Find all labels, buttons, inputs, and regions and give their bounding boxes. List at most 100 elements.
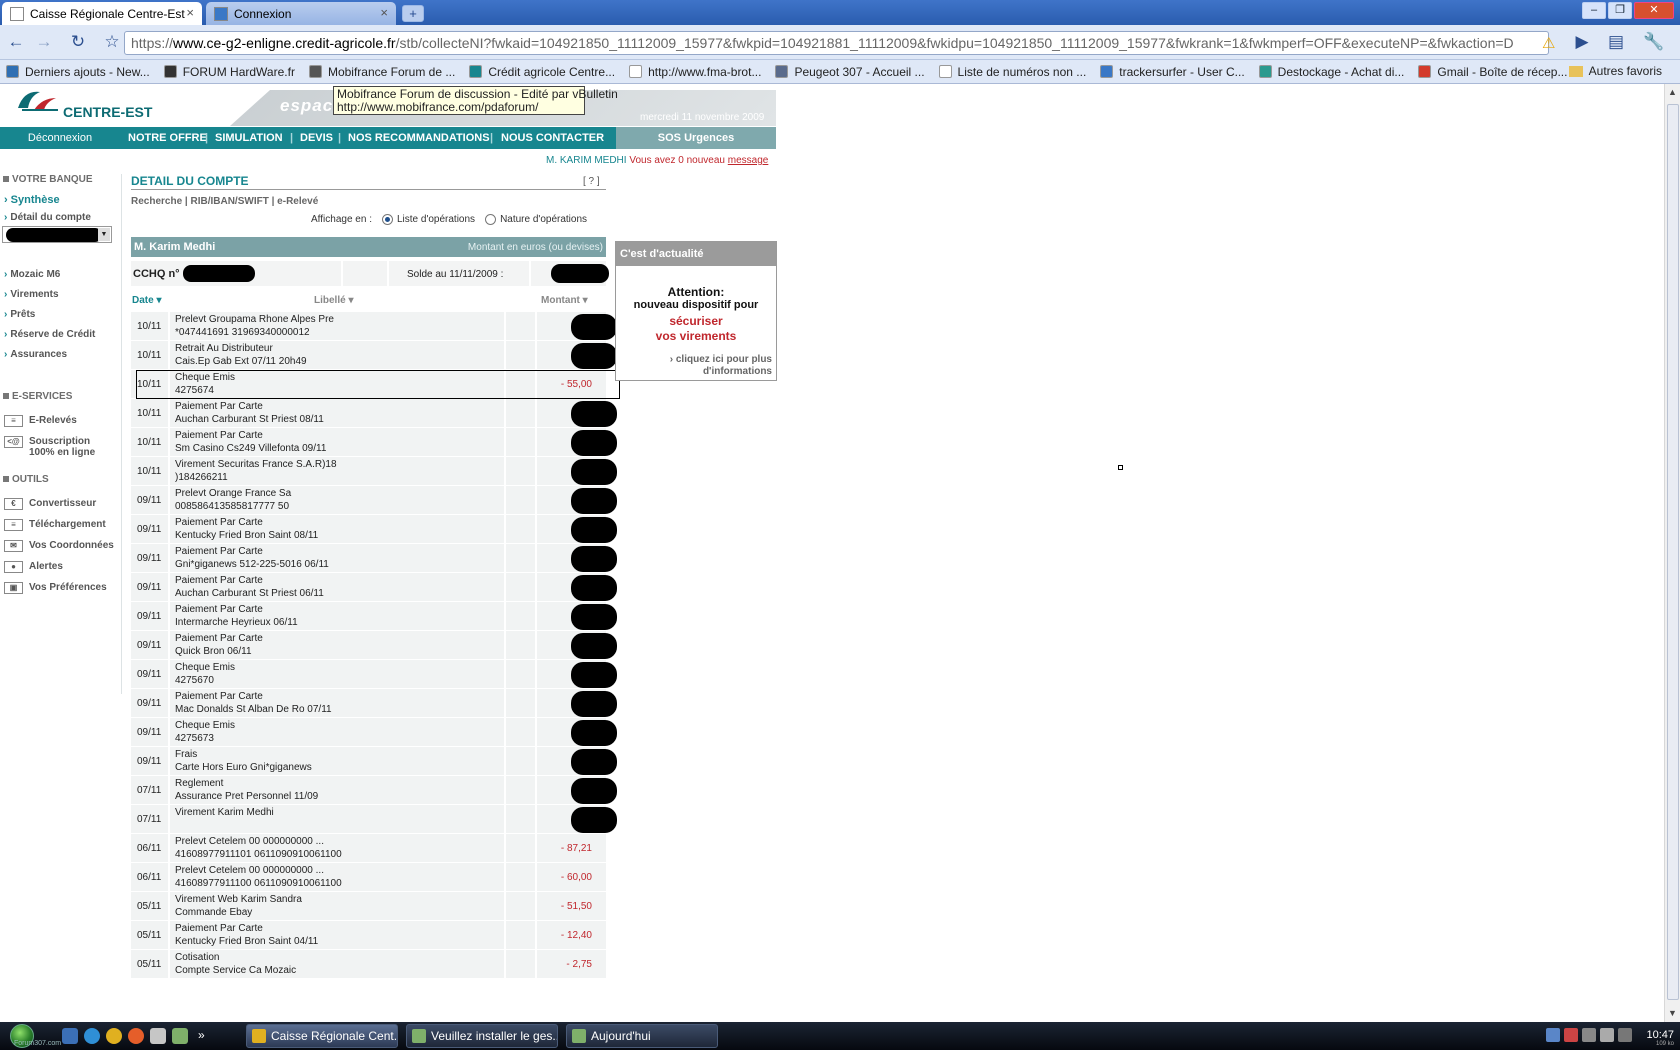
reload-button[interactable]: ↻ [66, 31, 90, 55]
taskbar-window-button[interactable]: Aujourd'hui [566, 1024, 718, 1048]
table-row[interactable]: 10/11 Cheque Emis 4275674- 55,00 [131, 370, 620, 399]
bookmark-item[interactable]: Derniers ajouts - New... [6, 65, 150, 79]
table-row[interactable]: 09/11 Paiement Par Carte Auchan Carburant … [131, 573, 617, 602]
table-row[interactable]: 09/11 Cheque Emis 4275670 [131, 660, 617, 689]
sidebar-item-reserve-credit[interactable]: Réserve de Crédit [4, 329, 95, 340]
table-row[interactable]: 05/11 Cotisation Compte Service Ca Mozaic -… [131, 950, 606, 979]
bookmark-item[interactable]: Crédit agricole Centre... [469, 65, 615, 79]
tray-app-icon[interactable] [1582, 1028, 1596, 1042]
volume-icon[interactable] [1600, 1028, 1614, 1042]
address-bar[interactable]: https://www.ce-g2-enligne.credit-agricol… [124, 31, 1549, 55]
table-row[interactable]: 09/11 Paiement Par Carte Kentucky Fried Br… [131, 515, 617, 544]
column-date-header[interactable]: Date ▾ [132, 295, 162, 306]
page-menu-icon[interactable]: ▤ [1604, 31, 1628, 55]
scroll-up-icon[interactable]: ▲ [1668, 87, 1677, 97]
table-row[interactable]: 05/11 Paiement Par Carte Kentucky Fried Br… [131, 921, 606, 950]
nav-nos-recommandations[interactable]: NOS RECOMMANDATIONS [348, 127, 490, 149]
nav-nous-contacter[interactable]: NOUS CONTACTER [501, 127, 604, 149]
tray-app-icon[interactable] [1618, 1028, 1632, 1042]
credit-agricole-logo-icon[interactable] [16, 88, 60, 112]
sidebar-tool-e-releves[interactable]: ≡ E-Relevés [4, 415, 77, 427]
bookmark-item[interactable]: Mobifrance Forum de ... [308, 65, 455, 79]
radio-liste-operations[interactable] [381, 214, 393, 225]
close-tab-icon[interactable]: × [186, 5, 194, 20]
table-row[interactable]: 10/11 Retrait Au Distributeur Cais.Ep Gab … [131, 341, 617, 370]
other-bookmarks-folder[interactable]: Autres favoris [1568, 64, 1662, 78]
table-row[interactable]: 09/11 Paiement Par Carte Quick Bron 06/11 [131, 631, 617, 660]
tab-connexion[interactable]: Connexion × [206, 2, 396, 25]
quicklaunch-app-icon[interactable] [150, 1028, 166, 1044]
sidebar-tool-convertisseur[interactable]: € Convertisseur [4, 498, 96, 510]
sidebar-item-detail-compte[interactable]: Détail du compte [4, 212, 91, 223]
sidebar-item-synthese[interactable]: Synthèse [4, 194, 60, 206]
sidebar-item-prets[interactable]: Prêts [4, 309, 35, 320]
internet-explorer-icon[interactable] [84, 1028, 100, 1044]
tools-menu-icon[interactable]: 🔧 [1642, 31, 1666, 55]
scroll-down-icon[interactable]: ▼ [1668, 1008, 1677, 1018]
table-row[interactable]: 09/11 Prelevt Orange France Sa 00858641358… [131, 486, 617, 515]
maximize-button[interactable]: ❐ [1608, 2, 1632, 19]
table-row[interactable]: 10/11 Paiement Par Carte Auchan Carburant … [131, 399, 617, 428]
scrollbar-thumb[interactable] [1667, 104, 1679, 1000]
taskbar-window-button[interactable]: Veuillez installer le ges... [406, 1024, 558, 1048]
sidebar-tool-coordonnees[interactable]: ✉ Vos Coordonnées [4, 540, 114, 552]
bookmark-item[interactable]: Peugeot 307 - Accueil ... [775, 65, 925, 79]
nav-sos-urgences[interactable]: SOS Urgences [616, 127, 776, 149]
table-row[interactable]: 10/11 Paiement Par Carte Sm Casino Cs249 V… [131, 428, 617, 457]
messages-link[interactable]: message [728, 155, 769, 166]
close-tab-icon[interactable]: × [380, 5, 388, 20]
quicklaunch-app-icon[interactable] [172, 1028, 188, 1044]
sidebar-item-assurances[interactable]: Assurances [4, 349, 67, 360]
bookmark-item[interactable]: Destockage - Achat di... [1258, 65, 1404, 79]
table-row[interactable]: 06/11 Prelevt Cetelem 00 000000000 ... 416… [131, 834, 606, 863]
table-row[interactable]: 09/11 Frais Carte Hors Euro Gni*giganews [131, 747, 617, 776]
taskbar-window-button[interactable]: Caisse Régionale Cent... [246, 1024, 398, 1048]
tab-caisse-regionale[interactable]: Caisse Régionale Centre-Est × [2, 2, 202, 25]
network-icon[interactable] [1546, 1028, 1560, 1042]
close-window-button[interactable]: ✕ [1634, 2, 1674, 19]
table-row[interactable]: 10/11 Virement Securitas France S.A.R)18)… [131, 457, 617, 486]
table-row[interactable]: 10/11 Prelevt Groupama Rhone Alpes Pre *04… [131, 312, 617, 341]
bookmark-item[interactable]: http://www.fma-brot... [629, 65, 761, 79]
minimize-button[interactable]: ‒ [1582, 2, 1606, 19]
new-tab-button[interactable]: + [402, 5, 424, 22]
column-libelle-header[interactable]: Libellé ▾ [314, 295, 354, 306]
show-desktop-icon[interactable] [62, 1028, 78, 1044]
table-row[interactable]: 05/11 Virement Web Karim Sandra Commande E… [131, 892, 606, 921]
security-tray-icon[interactable] [1564, 1028, 1578, 1042]
table-row[interactable]: 09/11 Paiement Par Carte Mac Donalds St Al… [131, 689, 617, 718]
quicklaunch-more-icon[interactable]: » [198, 1028, 214, 1044]
news-box[interactable]: C'est d'actualité Attention: nouveau dis… [615, 241, 777, 381]
account-sublinks[interactable]: Recherche | RIB/IBAN/SWIFT | e-Relevé [131, 196, 318, 207]
sidebar-tool-alertes[interactable]: ● Alertes [4, 561, 63, 573]
table-row[interactable]: 09/11 Cheque Emis 4275673 [131, 718, 617, 747]
bookmark-item[interactable]: Liste de numéros non ... [938, 65, 1086, 79]
table-row[interactable]: 07/11 Reglement Assurance Pret Personnel 1… [131, 776, 617, 805]
firefox-icon[interactable] [128, 1028, 144, 1044]
forward-button[interactable]: → [32, 31, 56, 55]
table-row[interactable]: 06/11 Prelevt Cetelem 00 000000000 ... 416… [131, 863, 606, 892]
sidebar-item-mozaic[interactable]: Mozaic M6 [4, 269, 60, 280]
nav-simulation[interactable]: SIMULATION [215, 127, 283, 149]
table-row[interactable]: 09/11 Paiement Par Carte Intermarche Heyri… [131, 602, 617, 631]
sidebar-tool-souscription[interactable]: <@ Souscription 100% en ligne [4, 436, 95, 458]
nav-notre-offre[interactable]: NOTRE OFFRE [128, 127, 207, 149]
table-row[interactable]: 09/11 Paiement Par Carte Gni*giganews 512-… [131, 544, 617, 573]
column-montant-header[interactable]: Montant ▾ [541, 295, 588, 306]
news-more-link[interactable]: › cliquez ici pour plus d'informations [642, 354, 772, 378]
go-button[interactable]: ▶ [1570, 31, 1594, 55]
back-button[interactable]: ← [4, 31, 28, 55]
logout-link[interactable]: Déconnexion [0, 127, 120, 149]
sidebar-tool-telechargement[interactable]: ≡ Téléchargement [4, 519, 106, 531]
chrome-icon[interactable] [106, 1028, 122, 1044]
radio-nature-operations[interactable] [485, 214, 497, 225]
account-select[interactable]: ▼ [2, 226, 112, 243]
clock[interactable]: 10:47 [1646, 1029, 1674, 1041]
sidebar-item-virements[interactable]: Virements [4, 289, 58, 300]
help-link[interactable]: [ ? ] [583, 176, 600, 187]
table-row[interactable]: 07/11 Virement Karim Medhi [131, 805, 617, 834]
bookmark-item[interactable]: trackersurfer - User C... [1100, 65, 1245, 79]
nav-devis[interactable]: DEVIS [300, 127, 333, 149]
sidebar-tool-preferences[interactable]: ▣ Vos Préférences [4, 582, 107, 594]
security-warning-icon[interactable]: ⚠ [1542, 34, 1555, 52]
